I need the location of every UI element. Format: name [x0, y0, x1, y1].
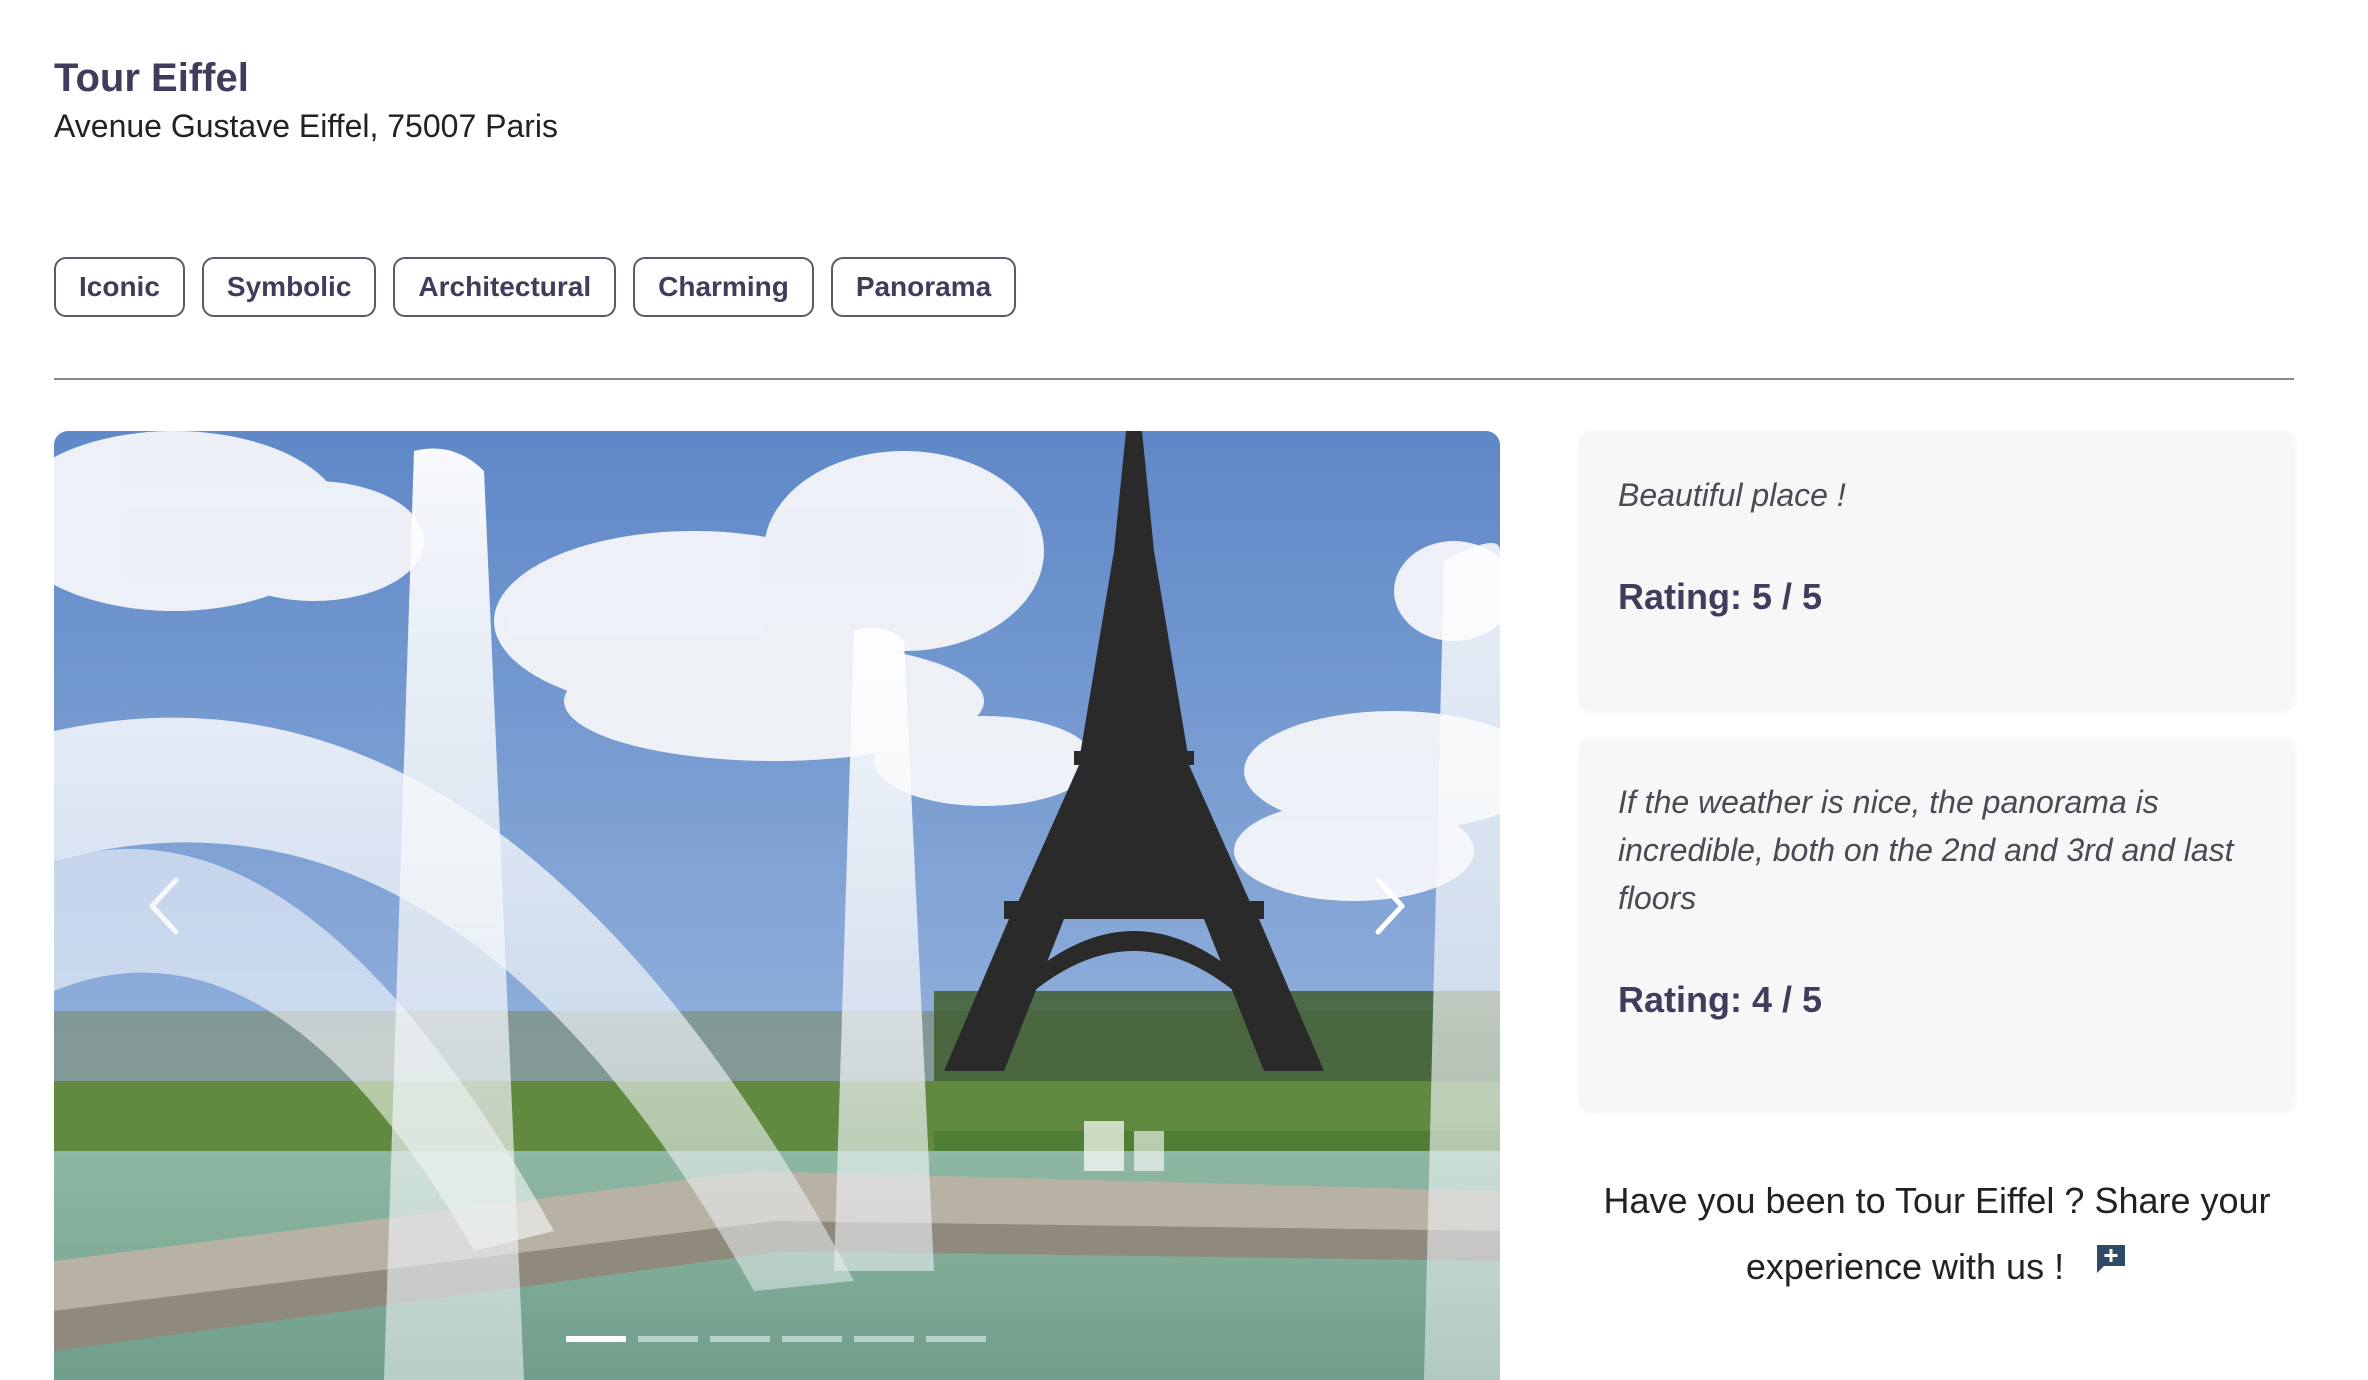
- carousel-indicator-3[interactable]: [710, 1336, 770, 1342]
- chevron-left-icon: [149, 877, 179, 935]
- review-rating: Rating: 4 / 5: [1618, 979, 1823, 1020]
- carousel-next-button[interactable]: [1350, 861, 1430, 951]
- tag-charming[interactable]: Charming: [633, 257, 814, 317]
- carousel-indicator-5[interactable]: [854, 1336, 914, 1342]
- place-header: Tour Eiffel Avenue Gustave Eiffel, 75007…: [54, 54, 558, 146]
- chevron-right-icon: [1375, 877, 1405, 935]
- tag-architectural[interactable]: Architectural: [393, 257, 617, 317]
- tag-symbolic[interactable]: Symbolic: [201, 257, 377, 317]
- carousel-indicator-4[interactable]: [782, 1336, 842, 1342]
- review-rating: Rating: 5 / 5: [1618, 576, 1823, 617]
- place-address: Avenue Gustave Eiffel, 75007 Paris: [54, 108, 559, 144]
- review-card: Beautiful place ! Rating: 5 / 5: [1580, 431, 2294, 709]
- review-card: If the weather is nice, the panorama is …: [1580, 738, 2294, 1110]
- carousel-photo: [54, 431, 1500, 1380]
- tag-panorama[interactable]: Panorama: [830, 257, 1017, 317]
- carousel-indicator-6[interactable]: [926, 1336, 986, 1342]
- tag-iconic[interactable]: Iconic: [54, 257, 185, 317]
- review-text: If the weather is nice, the panorama is …: [1618, 784, 2234, 916]
- share-experience-cta: Have you been to Tour Eiffel ? Share you…: [1580, 1168, 2294, 1300]
- share-experience-text: Have you been to Tour Eiffel ? Share you…: [1603, 1180, 2271, 1287]
- carousel-prev-button[interactable]: [124, 861, 204, 951]
- place-title: Tour Eiffel: [54, 56, 249, 100]
- review-text: Beautiful place !: [1618, 477, 1846, 513]
- carousel-indicator-1[interactable]: [566, 1336, 626, 1342]
- photo-carousel[interactable]: [54, 431, 1500, 1380]
- add-comment-icon[interactable]: [2094, 1231, 2128, 1297]
- carousel-indicator-2[interactable]: [638, 1336, 698, 1342]
- divider: [54, 378, 2294, 380]
- carousel-indicators: [566, 1336, 986, 1342]
- tag-list: Iconic Symbolic Architectural Charming P…: [54, 257, 1017, 317]
